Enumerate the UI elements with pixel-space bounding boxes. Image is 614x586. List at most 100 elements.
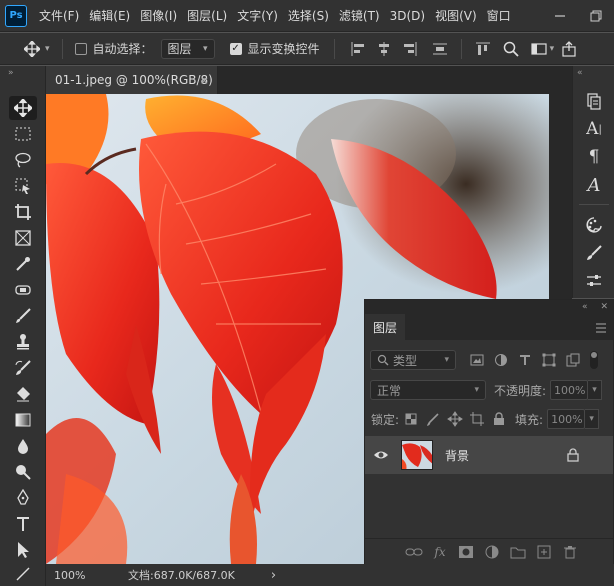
align-top-icon[interactable] xyxy=(474,40,492,58)
layer-filter-row: 类型 ▾ xyxy=(365,348,613,372)
window-controls xyxy=(542,0,614,32)
panel-collapse-icon[interactable]: « xyxy=(582,302,587,312)
character-panel-icon[interactable]: A | xyxy=(580,116,608,142)
opacity-input[interactable]: 100% xyxy=(550,380,589,400)
lock-all-icon[interactable] xyxy=(491,411,507,427)
close-icon[interactable]: × xyxy=(200,74,209,87)
line-tool[interactable] xyxy=(9,562,37,586)
path-selection-tool[interactable] xyxy=(9,538,37,562)
history-panel-icon[interactable] xyxy=(580,88,608,114)
chevron-down-icon[interactable]: ▾ xyxy=(588,380,603,400)
show-transform-checkbox[interactable]: ✓ xyxy=(229,42,242,55)
workspace-icon[interactable] xyxy=(530,40,548,58)
clone-stamp-tool[interactable] xyxy=(9,330,37,354)
tools-panel: » xyxy=(0,66,46,586)
menu-filter[interactable]: 滤镜(T) xyxy=(339,7,380,24)
lock-position-icon[interactable] xyxy=(447,411,463,427)
share-icon[interactable] xyxy=(560,40,578,58)
mask-icon[interactable] xyxy=(453,542,479,562)
eyedropper-tool[interactable] xyxy=(9,252,37,276)
visibility-eye-icon[interactable] xyxy=(373,447,389,463)
blend-mode-dropdown[interactable]: 正常 ▾ xyxy=(370,380,486,400)
brush-settings-icon[interactable] xyxy=(580,240,608,266)
align-right-icon[interactable] xyxy=(401,40,419,58)
search-icon xyxy=(377,354,389,366)
document-tab[interactable]: 01-1.jpeg @ 100%(RGB/8) × xyxy=(46,66,218,94)
pen-tool[interactable] xyxy=(9,486,37,510)
link-icon[interactable] xyxy=(401,542,427,562)
panel-close-icon[interactable]: ✕ xyxy=(600,302,607,312)
lock-transparent-icon[interactable] xyxy=(403,411,419,427)
glyphs-panel-icon[interactable]: A xyxy=(580,172,608,198)
distribute-icon[interactable] xyxy=(431,40,449,58)
panel-menu-icon[interactable] xyxy=(595,322,607,333)
healing-brush-tool[interactable] xyxy=(9,278,37,302)
auto-select-checkbox[interactable] xyxy=(74,42,87,55)
blur-tool[interactable] xyxy=(9,434,37,458)
layers-panel-header: « ✕ xyxy=(365,300,613,314)
menu-layer[interactable]: 图层(L) xyxy=(187,7,227,24)
align-left-icon[interactable] xyxy=(349,40,367,58)
object-selection-tool[interactable] xyxy=(9,174,37,198)
filter-smartobject-icon[interactable] xyxy=(564,351,582,369)
photoshop-logo[interactable]: Ps xyxy=(5,4,27,27)
layer-name[interactable]: 背景 xyxy=(445,447,469,464)
blend-mode-value: 正常 xyxy=(377,383,402,398)
move-tool[interactable] xyxy=(9,96,37,120)
group-icon[interactable] xyxy=(505,542,531,562)
frame-tool[interactable] xyxy=(9,226,37,250)
paragraph-panel-icon[interactable]: ¶ xyxy=(580,144,608,170)
menu-edit[interactable]: 编辑(E) xyxy=(89,7,130,24)
chevron-down-icon[interactable]: ▾ xyxy=(550,44,555,54)
move-tool-preset-icon[interactable]: ▾ xyxy=(24,40,50,57)
tab-layers[interactable]: 图层 xyxy=(365,314,405,340)
filter-toggle[interactable] xyxy=(590,351,598,369)
menu-window[interactable]: 窗口 xyxy=(487,7,511,24)
menu-file[interactable]: 文件(F) xyxy=(39,7,79,24)
toolbar-collapse-icon[interactable]: » xyxy=(8,68,14,78)
menu-select[interactable]: 选择(S) xyxy=(288,7,329,24)
brush-tool[interactable] xyxy=(9,304,37,328)
menu-3d[interactable]: 3D(D) xyxy=(390,9,425,23)
lock-artboard-icon[interactable] xyxy=(469,411,485,427)
filter-adjustment-icon[interactable] xyxy=(492,351,510,369)
status-arrow-icon[interactable]: › xyxy=(271,568,276,583)
color-panel-icon[interactable] xyxy=(580,212,608,238)
marquee-tool[interactable] xyxy=(9,122,37,146)
menu-type[interactable]: 文字(Y) xyxy=(237,7,278,24)
crop-tool[interactable] xyxy=(9,200,37,224)
layers-panel: « ✕ 图层 类型 ▾ 正常 ▾ 不透明度: 100% ▾ 锁定: 填充: 10… xyxy=(364,299,614,564)
menu-image[interactable]: 图像(I) xyxy=(140,7,177,24)
panel-collapse-icon[interactable]: « xyxy=(577,68,583,78)
lock-label: 锁定: xyxy=(371,412,400,427)
history-brush-tool[interactable] xyxy=(9,356,37,380)
new-layer-icon[interactable] xyxy=(531,542,557,562)
search-icon[interactable] xyxy=(502,40,520,58)
layer-row-background[interactable]: 背景 xyxy=(365,436,613,474)
type-tool[interactable] xyxy=(9,512,37,536)
auto-select-target-dropdown[interactable]: 图层 ▾ xyxy=(160,38,215,59)
zoom-level[interactable]: 100% xyxy=(54,569,114,582)
menu-view[interactable]: 视图(V) xyxy=(435,7,477,24)
align-center-icon[interactable] xyxy=(375,40,393,58)
delete-icon[interactable] xyxy=(557,542,583,562)
minimize-icon[interactable] xyxy=(542,0,578,32)
gradient-tool[interactable] xyxy=(9,408,37,432)
lock-fill-row: 锁定: 填充: 100% ▾ xyxy=(365,407,613,431)
restore-icon[interactable] xyxy=(578,0,614,32)
dodge-tool[interactable] xyxy=(9,460,37,484)
fill-input[interactable]: 100% xyxy=(547,409,586,429)
document-size-info[interactable]: 文档:687.0K/687.0K xyxy=(128,567,235,583)
fx-icon[interactable]: fx xyxy=(427,542,453,562)
filter-pixel-icon[interactable] xyxy=(468,351,486,369)
layer-filter-dropdown[interactable]: 类型 ▾ xyxy=(370,350,456,370)
chevron-down-icon[interactable]: ▾ xyxy=(585,409,600,429)
eraser-tool[interactable] xyxy=(9,382,37,406)
adjustments-panel-icon[interactable] xyxy=(580,268,608,294)
filter-shape-icon[interactable] xyxy=(540,351,558,369)
filter-type-icon[interactable] xyxy=(516,351,534,369)
lasso-tool[interactable] xyxy=(9,148,37,172)
adjustment-icon[interactable] xyxy=(479,542,505,562)
show-transform-label: 显示变换控件 xyxy=(247,42,320,56)
lock-image-icon[interactable] xyxy=(425,411,441,427)
